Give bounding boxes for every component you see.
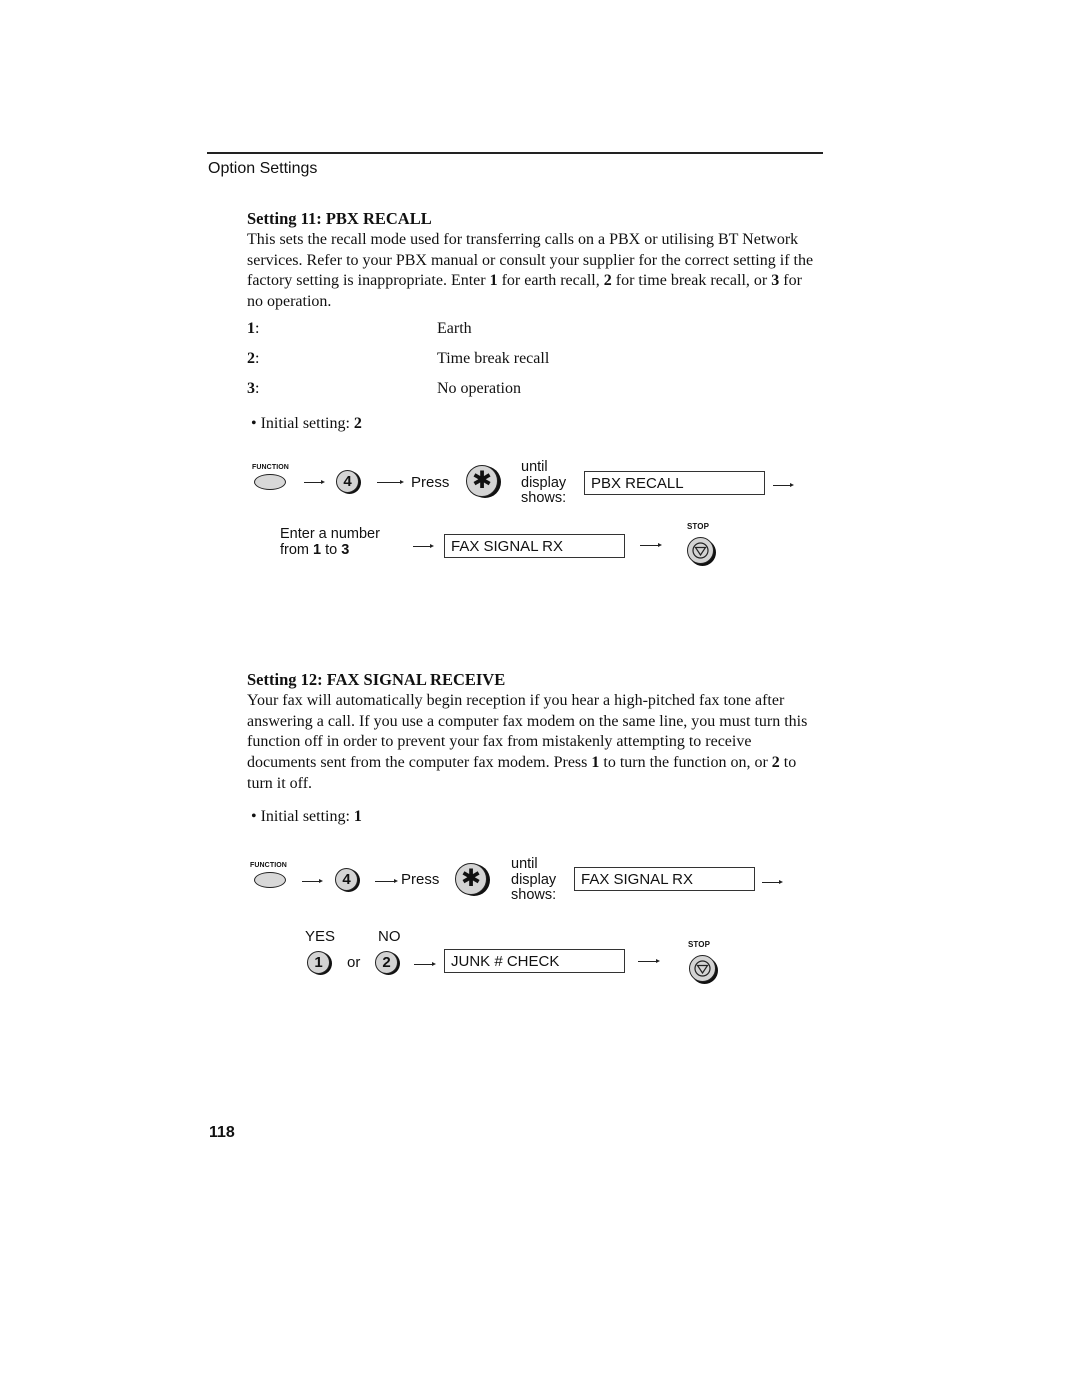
stop-key-icon	[687, 537, 714, 564]
setting-11-heading: Setting 11: PBX RECALL	[247, 209, 432, 228]
stop-key-label: STOP	[687, 522, 710, 531]
function-key-label: FUNCTION	[252, 464, 289, 471]
star-key-icon: ✱	[466, 465, 498, 497]
emphasis-key: 2	[771, 754, 780, 772]
display-fax-signal-rx: FAX SIGNAL RX	[574, 867, 755, 891]
setting-11-initial: • Initial setting: 2	[251, 415, 362, 432]
setting-11-paragraph: This sets the recall mode used for trans…	[247, 230, 817, 313]
arrow-icon	[302, 878, 323, 884]
arrow-icon	[413, 543, 434, 549]
display-pbx-recall: PBX RECALL	[584, 471, 765, 495]
until-display-shows-label: until display shows:	[511, 856, 557, 903]
header-rule	[207, 152, 823, 154]
display-fax-signal-rx: FAX SIGNAL RX	[444, 534, 625, 558]
function-key-icon	[254, 872, 286, 888]
option-2-label: Time break recall	[437, 350, 550, 367]
section-title: Option Settings	[208, 160, 318, 177]
emphasis-key: 1	[489, 272, 498, 290]
press-label: Press	[401, 871, 440, 888]
emphasis-key: 2	[603, 272, 612, 290]
arrow-icon	[640, 542, 662, 548]
arrow-icon	[375, 878, 398, 884]
display-junk-check: JUNK # CHECK	[444, 949, 625, 973]
text-run: to turn the function on, or	[599, 754, 772, 772]
option-3-number: 3:	[247, 380, 260, 397]
or-label: or	[347, 954, 361, 971]
key-4-icon: 4	[335, 868, 358, 891]
setting-12-initial: • Initial setting: 1	[251, 808, 362, 825]
arrow-icon	[377, 479, 404, 485]
arrow-icon	[414, 961, 436, 967]
enter-number-instruction: Enter a number from 1 to 3	[280, 526, 380, 558]
until-display-shows-label: until display shows:	[521, 459, 567, 506]
stop-key-label: STOP	[688, 940, 711, 949]
setting-12-heading: Setting 12: FAX SIGNAL RECEIVE	[247, 670, 506, 689]
key-4-icon: 4	[336, 470, 359, 493]
key-2-icon: 2	[375, 951, 398, 974]
arrow-icon	[773, 482, 794, 488]
stop-key-icon	[689, 955, 716, 982]
page-number: 118	[209, 1124, 235, 1141]
option-1-label: Earth	[437, 320, 472, 337]
no-label: NO	[378, 928, 401, 945]
text-run: for earth recall,	[497, 272, 604, 290]
key-1-icon: 1	[307, 951, 330, 974]
press-label: Press	[411, 474, 450, 491]
arrow-icon	[638, 958, 660, 964]
option-3-label: No operation	[437, 380, 521, 397]
function-key-icon	[254, 474, 286, 490]
arrow-icon	[304, 479, 325, 485]
option-2-number: 2:	[247, 350, 260, 367]
option-1-number: 1:	[247, 320, 260, 337]
star-key-icon: ✱	[455, 863, 487, 895]
function-key-label: FUNCTION	[250, 862, 287, 869]
text-run: for time break recall, or	[611, 272, 772, 290]
setting-12-paragraph: Your fax will automatically begin recept…	[247, 691, 819, 795]
yes-label: YES	[305, 928, 336, 945]
arrow-icon	[762, 879, 783, 885]
